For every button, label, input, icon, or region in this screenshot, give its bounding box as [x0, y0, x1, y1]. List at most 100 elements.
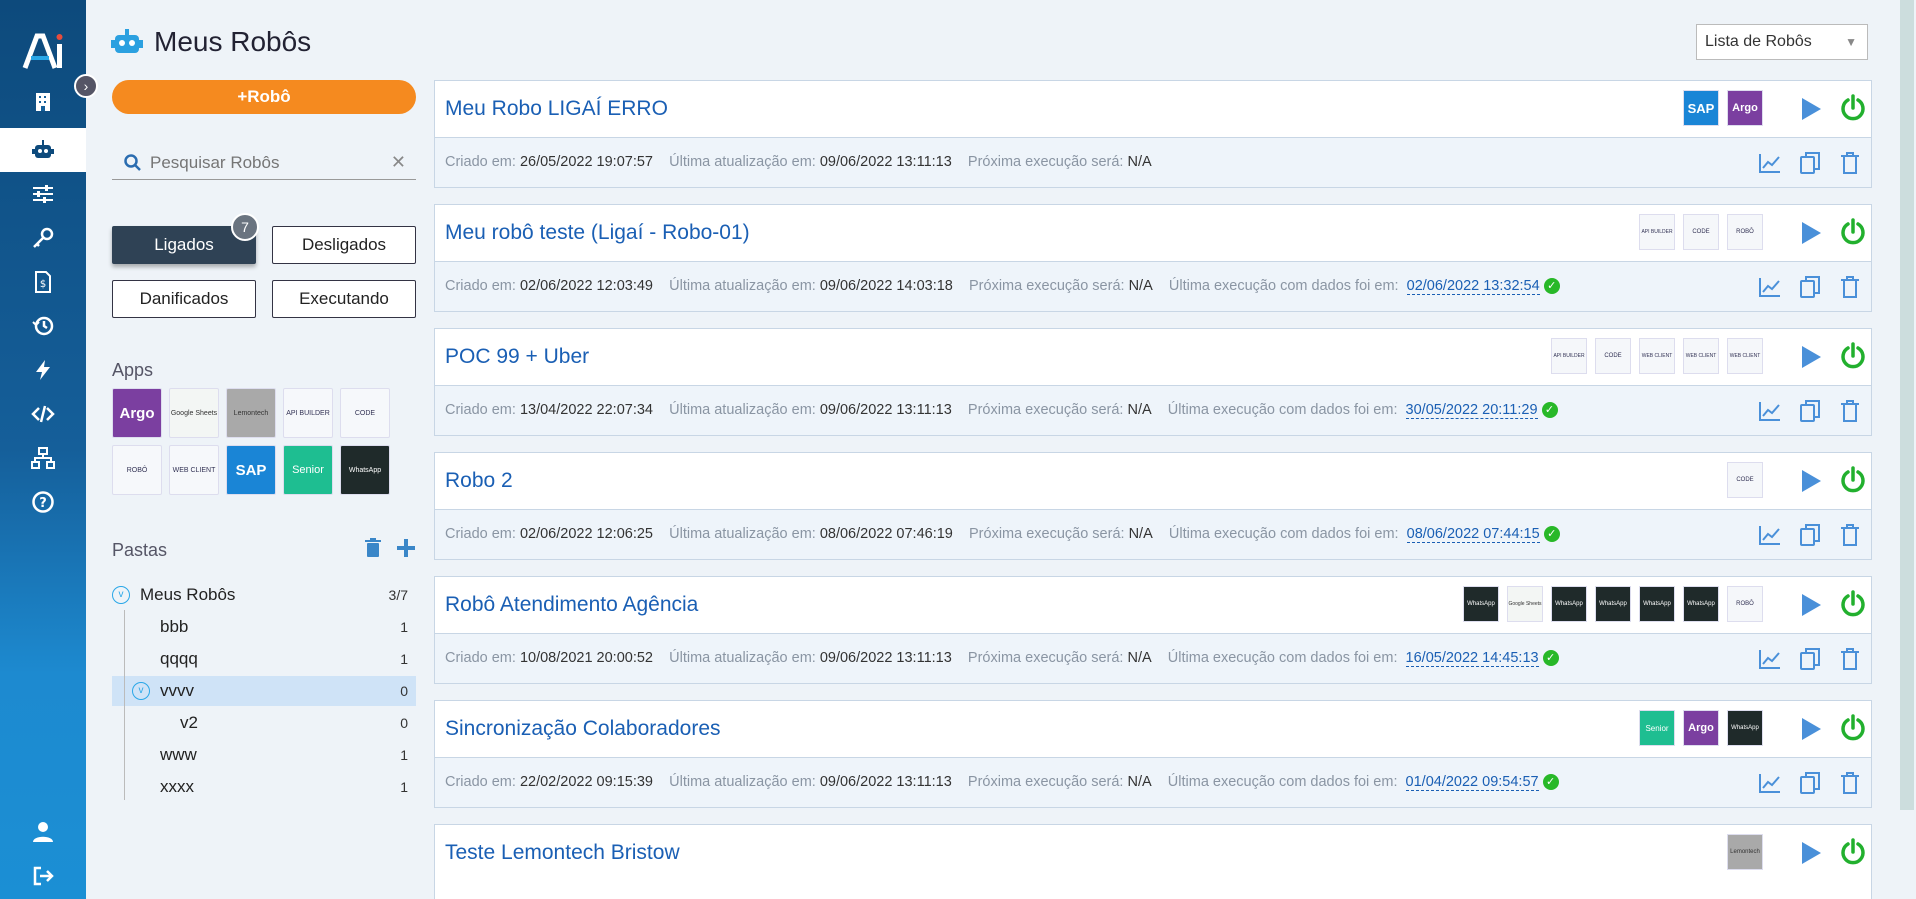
- chart-icon[interactable]: [1757, 274, 1783, 300]
- nav-item-lightning[interactable]: [0, 348, 86, 392]
- folder-item[interactable]: v Meus Robôs 3/7: [112, 580, 416, 610]
- chart-icon[interactable]: [1757, 522, 1783, 548]
- app-tile-code[interactable]: CODE: [340, 388, 390, 438]
- copy-icon[interactable]: [1797, 274, 1823, 300]
- robot-card: POC 99 + Uber API BUILDER CODE WEB CLIENT WE…: [434, 328, 1872, 436]
- filter-executando-button[interactable]: Executando: [272, 280, 416, 318]
- trash-icon[interactable]: [1837, 646, 1863, 672]
- robot-card: Meu robô teste (Ligaí - Robo-01) API BUIL…: [434, 204, 1872, 312]
- power-toggle-icon[interactable]: [1839, 838, 1867, 871]
- copy-icon[interactable]: [1797, 522, 1823, 548]
- nav-item-help[interactable]: ?: [0, 480, 86, 524]
- last-run-link[interactable]: 16/05/2022 14:45:13: [1405, 650, 1539, 667]
- app-tile-google-sheets[interactable]: Google Sheets: [169, 388, 219, 438]
- robot-name-link[interactable]: Robô Atendimento Agência: [445, 593, 698, 617]
- robot-app-whatsapp: WhatsApp: [1463, 586, 1499, 622]
- play-icon[interactable]: [1799, 468, 1823, 499]
- power-toggle-icon[interactable]: [1839, 466, 1867, 499]
- power-toggle-icon[interactable]: [1839, 714, 1867, 747]
- play-icon[interactable]: [1799, 96, 1823, 127]
- power-toggle-icon[interactable]: [1839, 218, 1867, 251]
- clear-search-icon[interactable]: ✕: [391, 152, 406, 173]
- app-tile-label: SAP: [235, 461, 267, 479]
- trash-icon[interactable]: [1837, 398, 1863, 424]
- chevron-down-icon[interactable]: v: [112, 586, 130, 604]
- trash-icon[interactable]: [1837, 150, 1863, 176]
- robot-card-details: Criado em: 02/06/2022 12:06:25 Última at…: [435, 509, 1871, 559]
- add-robot-button[interactable]: +Robô: [112, 80, 416, 114]
- last-run-link[interactable]: 02/06/2022 13:32:54: [1406, 278, 1540, 295]
- copy-icon[interactable]: [1797, 398, 1823, 424]
- robot-name-link[interactable]: Sincronização Colaboradores: [445, 717, 721, 741]
- folder-item[interactable]: www 1: [112, 740, 416, 770]
- robot-name-link[interactable]: Robo 2: [445, 469, 513, 493]
- last-run-link[interactable]: 30/05/2022 20:11:29: [1405, 402, 1538, 419]
- app-logo[interactable]: [0, 22, 86, 82]
- robot-card-actions: [1757, 522, 1863, 548]
- scrollbar[interactable]: [1900, 0, 1914, 810]
- folder-count: 0: [400, 683, 408, 699]
- nav-item-user[interactable]: [0, 810, 86, 854]
- last-run-label: Última execução com dados foi em:: [1168, 526, 1399, 542]
- robot-name-link[interactable]: Meu Robo LIGAÍ ERRO: [445, 97, 668, 121]
- robot-name-link[interactable]: Meu robô teste (Ligaí - Robo-01): [445, 221, 750, 245]
- app-tile-whatsapp[interactable]: WhatsApp: [340, 445, 390, 495]
- folder-item[interactable]: xxxx 1: [112, 772, 416, 802]
- play-icon[interactable]: [1799, 344, 1823, 375]
- chart-icon[interactable]: [1757, 646, 1783, 672]
- collapse-panel-button[interactable]: ›: [74, 74, 98, 98]
- filter-danificados-button[interactable]: Danificados: [112, 280, 256, 318]
- app-tile-argo[interactable]: Argo: [112, 388, 162, 438]
- app-tile-web-client[interactable]: WEB CLIENT: [169, 445, 219, 495]
- copy-icon[interactable]: [1797, 150, 1823, 176]
- play-icon[interactable]: [1799, 840, 1823, 871]
- trash-icon[interactable]: [1837, 522, 1863, 548]
- filter-desligados-button[interactable]: Desligados: [272, 226, 416, 264]
- folder-item[interactable]: v vvvv 0: [112, 676, 416, 706]
- nav-item-history[interactable]: [0, 304, 86, 348]
- trash-icon[interactable]: [1837, 274, 1863, 300]
- robot-card: Sincronização Colaboradores Senior Argo Wha…: [434, 700, 1872, 808]
- copy-icon[interactable]: [1797, 770, 1823, 796]
- nav-item-robot[interactable]: [0, 128, 86, 172]
- logo-icon: [22, 33, 63, 69]
- last-run-link[interactable]: 08/06/2022 07:44:15: [1406, 526, 1540, 543]
- add-folder-icon[interactable]: [396, 538, 416, 558]
- nav-item-sliders[interactable]: [0, 172, 86, 216]
- power-toggle-icon[interactable]: [1839, 94, 1867, 127]
- play-icon[interactable]: [1799, 220, 1823, 251]
- next-run-label: Próxima execução será:: [967, 154, 1124, 170]
- last-run-link[interactable]: 01/04/2022 09:54:57: [1405, 774, 1539, 791]
- trash-icon[interactable]: [1837, 770, 1863, 796]
- play-icon[interactable]: [1799, 592, 1823, 623]
- app-tile-api-builder[interactable]: API BUILDER: [283, 388, 333, 438]
- app-tile-sap[interactable]: SAP: [226, 445, 276, 495]
- chart-icon[interactable]: [1757, 150, 1783, 176]
- search-input[interactable]: [150, 152, 380, 173]
- folder-item[interactable]: qqqq 1: [112, 644, 416, 674]
- app-tile-lemontech[interactable]: Lemontech: [226, 388, 276, 438]
- app-tile-robo[interactable]: ROBÔ: [112, 445, 162, 495]
- nav-item-code[interactable]: [0, 392, 86, 436]
- created-value: 26/05/2022 19:07:57: [519, 154, 653, 170]
- nav-item-sitemap[interactable]: [0, 436, 86, 480]
- power-toggle-icon[interactable]: [1839, 342, 1867, 375]
- folder-item[interactable]: bbb 1: [112, 612, 416, 642]
- view-select[interactable]: Lista de Robôs ▼: [1696, 24, 1868, 60]
- copy-icon[interactable]: [1797, 646, 1823, 672]
- folder-item[interactable]: v2 0: [112, 708, 416, 738]
- trash-icon[interactable]: [364, 538, 382, 558]
- robot-name-link[interactable]: Teste Lemontech Bristow: [445, 841, 680, 865]
- power-toggle-icon[interactable]: [1839, 590, 1867, 623]
- robot-name-link[interactable]: POC 99 + Uber: [445, 345, 589, 369]
- nav-item-invoice[interactable]: $: [0, 260, 86, 304]
- nav-item-logout[interactable]: [0, 854, 86, 898]
- play-icon[interactable]: [1799, 716, 1823, 747]
- app-tile-label: WEB CLIENT: [172, 466, 216, 474]
- nav-item-key[interactable]: [0, 216, 86, 260]
- chart-icon[interactable]: [1757, 770, 1783, 796]
- chevron-down-icon[interactable]: v: [132, 682, 150, 700]
- chart-icon[interactable]: [1757, 398, 1783, 424]
- filter-ligados-button[interactable]: Ligados 7: [112, 213, 259, 264]
- app-tile-senior[interactable]: Senior: [283, 445, 333, 495]
